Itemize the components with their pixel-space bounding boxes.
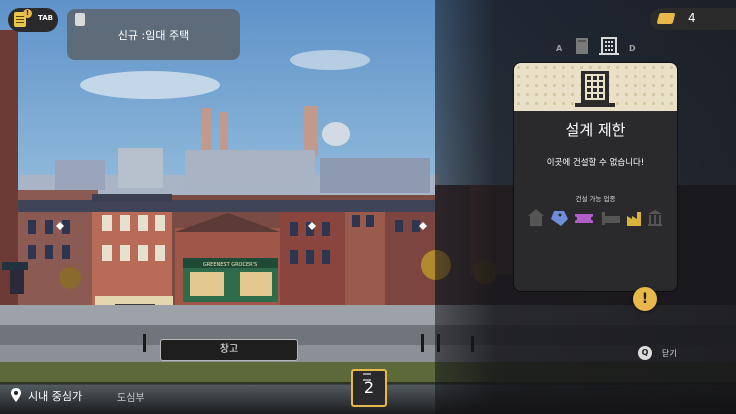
ticket-icon — [573, 214, 595, 223]
close-label[interactable]: 닫기 — [662, 348, 677, 359]
panel-message: 이곳에 건설할 수 없습니다! — [546, 158, 645, 168]
gold-bar-icon — [656, 13, 676, 24]
allowed-types-label: 건설 가능 업종 — [575, 195, 616, 203]
currency-display: 4 — [650, 8, 736, 30]
floor-level-indicator[interactable]: 2 — [351, 369, 387, 407]
prev-building-icon[interactable] — [575, 37, 589, 55]
notification-icon — [75, 13, 85, 26]
district-name[interactable]: 시내 중심가 — [28, 388, 82, 404]
current-building-icon[interactable] — [599, 37, 619, 55]
notification-card[interactable]: 신규 :임대 주택 — [67, 9, 240, 60]
panel-header — [514, 63, 677, 111]
currency-value: 4 — [688, 11, 696, 25]
residential-icon — [528, 209, 544, 226]
allowed-types-icons — [528, 209, 662, 226]
close-key-icon[interactable]: Q — [638, 346, 652, 360]
alert-badge: ! — [23, 9, 32, 18]
tab-left-key: A — [556, 44, 563, 53]
shop-tag-icon — [551, 211, 568, 226]
location-pin-icon — [11, 388, 21, 402]
panel-title: 설계 제한 — [565, 121, 626, 139]
tab-right-key: D — [629, 44, 636, 53]
storage-button[interactable]: 창고 — [160, 339, 298, 361]
notification-text: 신규 :임대 주택 — [117, 29, 190, 42]
factory-icon — [627, 212, 641, 226]
tab-key-label: TAB — [38, 14, 53, 22]
bank-icon — [648, 210, 662, 226]
warning-icon: ! — [633, 287, 657, 311]
apartment-building-icon — [575, 71, 615, 107]
bed-icon — [602, 212, 620, 225]
level-pip-icon — [363, 373, 371, 381]
shop-sign: GREENEST GROCER'S — [203, 262, 257, 268]
quest-log-button[interactable]: ! TAB — [8, 8, 58, 32]
building-restriction-panel: 설계 제한 이곳에 건설할 수 없습니다! 건설 가능 업종 — [514, 63, 677, 291]
district-subtitle: 도심부 — [117, 393, 145, 404]
